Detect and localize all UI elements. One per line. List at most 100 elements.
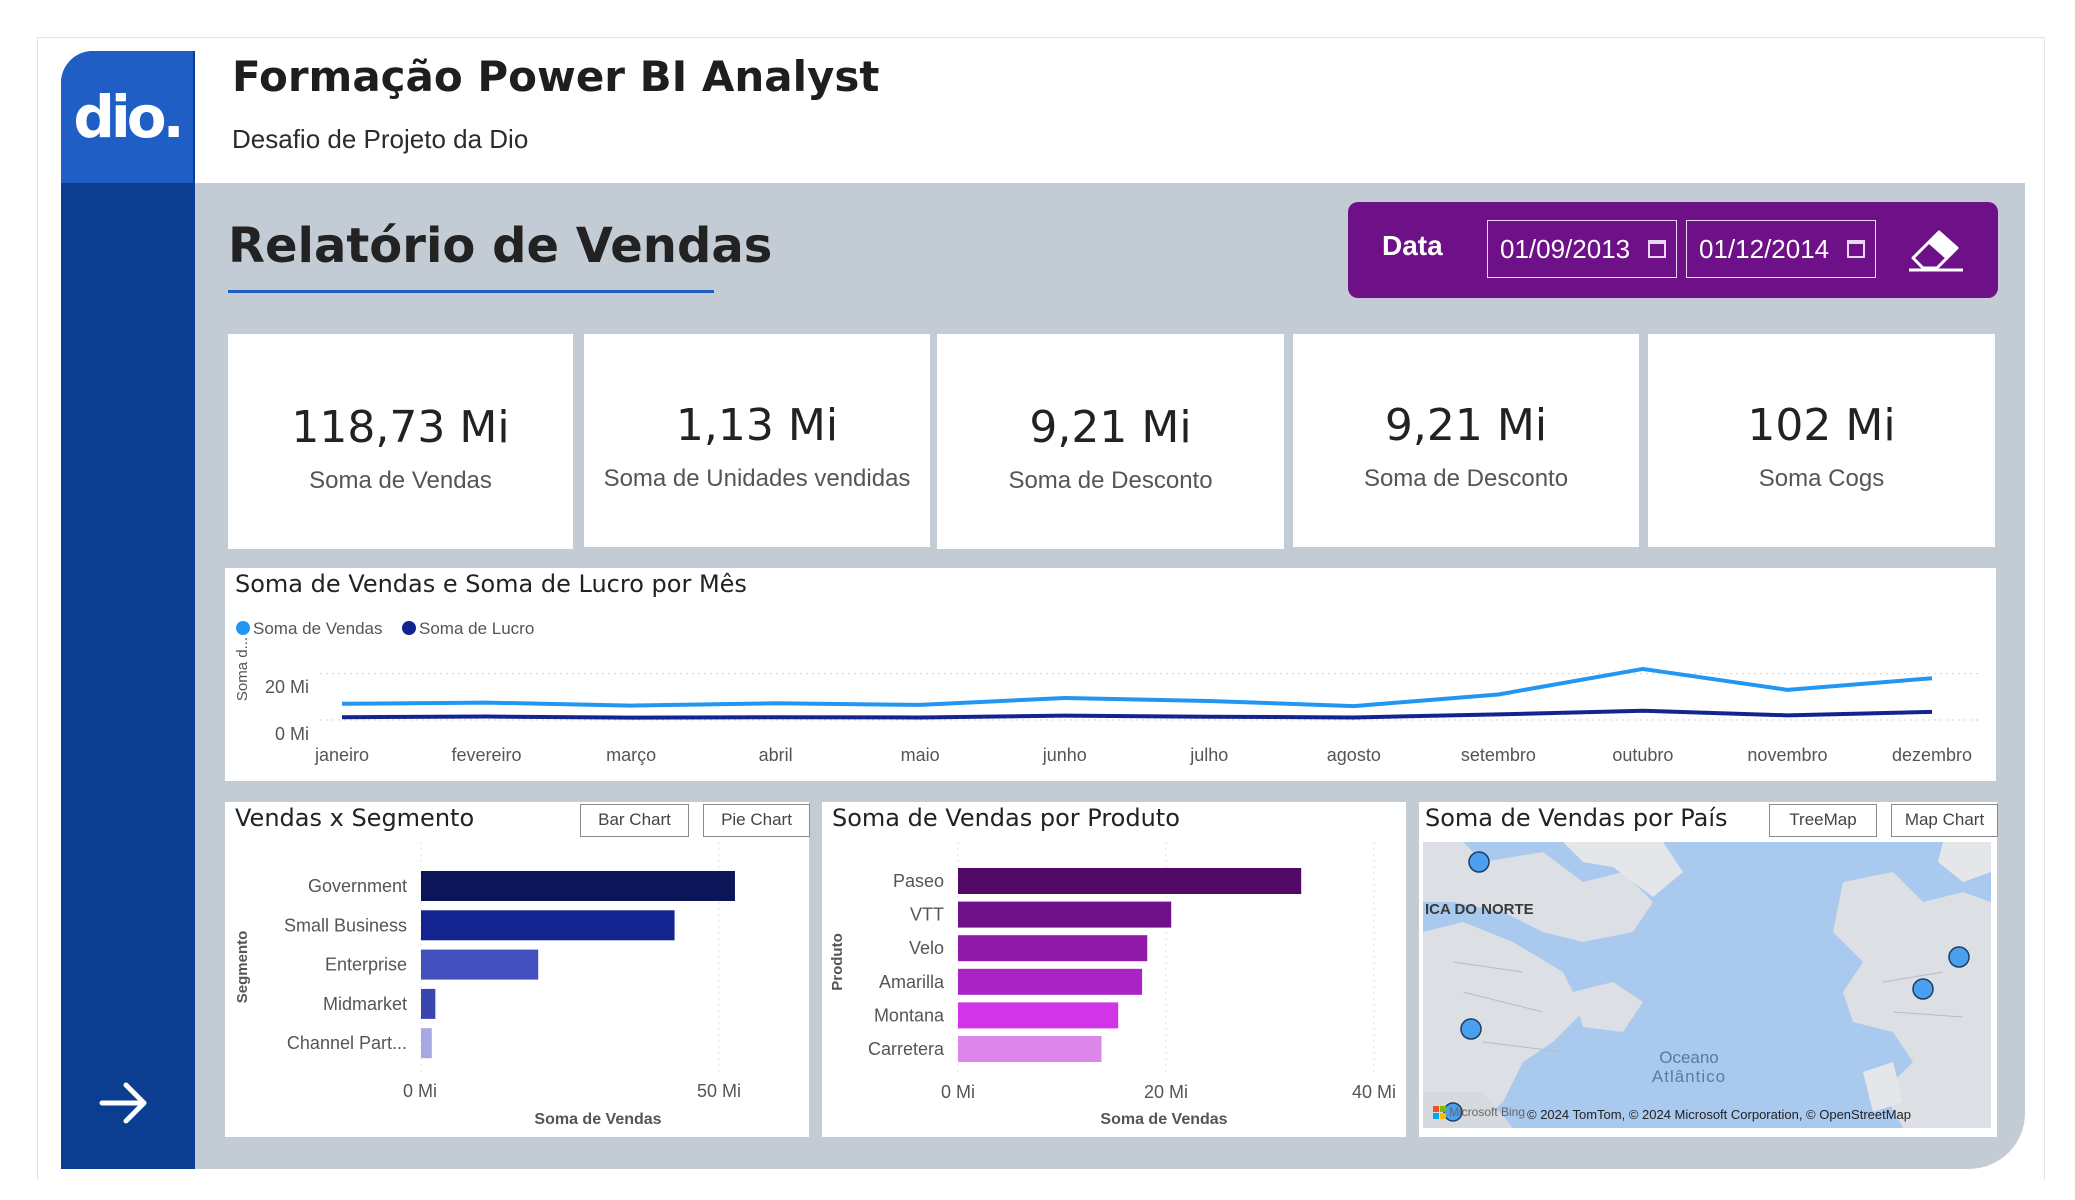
y-tick-label: 0 Mi (275, 724, 309, 744)
bar-4 (421, 1028, 432, 1059)
line-legend: Soma de Vendas Soma de Lucro (236, 619, 534, 638)
kpi-value: 118,73 Mi (291, 402, 510, 453)
category-label: Small Business (284, 915, 407, 935)
product-chart-card[interactable]: Soma de Vendas por Produto Produto Paseo… (822, 802, 1406, 1137)
category-label: Enterprise (325, 955, 407, 975)
x-tick-label: janeiro (314, 745, 369, 765)
map-ocean-label: Oceano (1659, 1048, 1719, 1067)
report-title: Relatório de Vendas (228, 218, 773, 274)
x-axis-label: Soma de Vendas (1100, 1111, 1227, 1128)
legend-marker (236, 621, 250, 635)
map-ocean-label-2: Atlântico (1652, 1067, 1726, 1086)
arrow-right-icon[interactable] (96, 1075, 152, 1131)
page-title: Formação Power BI Analyst (232, 52, 880, 101)
map-bubble[interactable] (1460, 1018, 1482, 1040)
y-axis-label: Produto (829, 933, 846, 991)
x-tick-label: dezembro (1892, 745, 1972, 765)
map-view[interactable]: ICA DO NORTE Oceano Atlântico Microsoft … (1423, 842, 1991, 1128)
bar-5 (958, 1036, 1102, 1062)
treemap-button[interactable]: TreeMap (1769, 804, 1877, 837)
calendar-icon[interactable] (1648, 240, 1666, 258)
x-axis-label: Soma de Vendas (534, 1111, 661, 1128)
kpi-label: Soma Cogs (1758, 465, 1885, 492)
bing-label: Microsoft Bing (1449, 1105, 1525, 1119)
x-tick-label: 0 Mi (403, 1081, 437, 1101)
line-series (341, 666, 1933, 720)
kpi-value: 9,21 Mi (1029, 402, 1192, 453)
bar-0 (958, 868, 1302, 894)
eraser-icon[interactable] (1905, 220, 1967, 276)
legend-marker (402, 621, 416, 635)
date-start-value: 01/09/2013 (1500, 234, 1631, 264)
bar-2 (421, 949, 539, 980)
category-label: Montana (874, 1005, 945, 1025)
map-card[interactable]: Soma de Vendas por País TreeMap Map Char… (1419, 802, 1998, 1137)
x-tick-label: agosto (1327, 745, 1381, 765)
bar-1 (421, 910, 675, 941)
line-x-labels: janeiro fevereiro março abril maio junho julho… (314, 745, 1972, 765)
segment-chart-card[interactable]: Vendas x Segmento Bar Chart Pie Chart Se… (225, 802, 810, 1137)
category-label: VTT (910, 905, 944, 925)
dio-logo: dio. (61, 51, 193, 183)
x-tick-label: outubro (1612, 745, 1673, 765)
bar-0 (421, 871, 735, 901)
kpi-value: 102 Mi (1747, 400, 1896, 451)
x-tick-label: abril (759, 745, 793, 765)
kpi-card-cogs[interactable]: 102 Mi Soma Cogs (1648, 334, 1995, 547)
map-bubble[interactable] (1912, 978, 1934, 1000)
segment-bar-chart: Segmento Government Small Business Enterpr… (234, 842, 741, 1128)
x-tick-label: novembro (1747, 745, 1827, 765)
x-tick-label: 0 Mi (941, 1082, 975, 1102)
map-bubble[interactable] (1468, 851, 1490, 873)
date-end-input[interactable]: 01/12/2014 (1686, 220, 1876, 278)
x-tick-label: 40 Mi (1352, 1082, 1396, 1102)
map-chart-button[interactable]: Map Chart (1891, 804, 1998, 837)
kpi-value: 1,13 Mi (675, 400, 839, 451)
title-underline (228, 290, 714, 293)
category-label: Amarilla (879, 972, 945, 992)
bar-1 (958, 901, 1172, 928)
x-tick-label: março (606, 745, 656, 765)
kpi-card-desconto-2[interactable]: 9,21 Mi Soma de Desconto (1293, 334, 1639, 547)
x-tick-label: maio (901, 745, 940, 765)
category-label: Government (308, 876, 407, 896)
y-axis-label: Segmento (234, 931, 251, 1004)
bar-4 (958, 1002, 1119, 1029)
category-label: Channel Part... (287, 1033, 407, 1053)
kpi-label: Soma de Desconto (1008, 467, 1213, 494)
line-chart: Soma de Vendas Soma de Lucro Soma d... 20… (234, 619, 1980, 765)
bar-3 (421, 988, 436, 1019)
kpi-card-unidades[interactable]: 1,13 Mi Soma de Unidades vendidas (584, 334, 930, 547)
category-label: Midmarket (323, 994, 407, 1014)
category-label: Paseo (893, 871, 944, 891)
x-tick-label: 20 Mi (1144, 1082, 1188, 1102)
kpi-label: Soma de Vendas (309, 467, 492, 494)
kpi-value: 9,21 Mi (1384, 400, 1548, 451)
y-tick-label: 20 Mi (265, 677, 309, 697)
map-bubble[interactable] (1948, 946, 1970, 968)
line-chart-card[interactable]: Soma de Vendas e Soma de Lucro por Mês S… (225, 568, 1996, 781)
map-attribution: © 2024 TomTom, © 2024 Microsoft Corporat… (1527, 1107, 1911, 1122)
bar-3 (958, 968, 1143, 995)
date-start-input[interactable]: 01/09/2013 (1487, 220, 1677, 278)
calendar-icon[interactable] (1847, 240, 1865, 258)
x-tick-label: julho (1189, 745, 1228, 765)
product-bar-chart: Produto Paseo VTT Velo Amarilla Montana Carre… (829, 842, 1396, 1128)
series-line-vendas (341, 666, 1933, 709)
bar-2 (958, 935, 1148, 962)
kpi-card-vendas[interactable]: 118,73 Mi Soma de Vendas (228, 334, 573, 549)
date-end-value: 01/12/2014 (1699, 234, 1830, 264)
series-line-lucro (341, 708, 1933, 720)
map-title: Soma de Vendas por País (1425, 804, 1728, 832)
kpi-label: Soma de Desconto (1363, 465, 1569, 492)
legend-label: Soma de Lucro (419, 619, 534, 638)
page-subtitle: Desafio de Projeto da Dio (232, 124, 529, 154)
x-tick-label: 50 Mi (697, 1081, 741, 1101)
category-label: Velo (909, 938, 944, 958)
x-tick-label: fevereiro (452, 745, 522, 765)
kpi-card-desconto[interactable]: 9,21 Mi Soma de Desconto (937, 334, 1284, 549)
kpi-label: Soma de Unidades vendidas (603, 465, 911, 492)
date-filter-label: Data (1382, 230, 1443, 261)
y-axis-label: Soma d... (234, 637, 251, 701)
map-region-label: ICA DO NORTE (1425, 901, 1534, 918)
